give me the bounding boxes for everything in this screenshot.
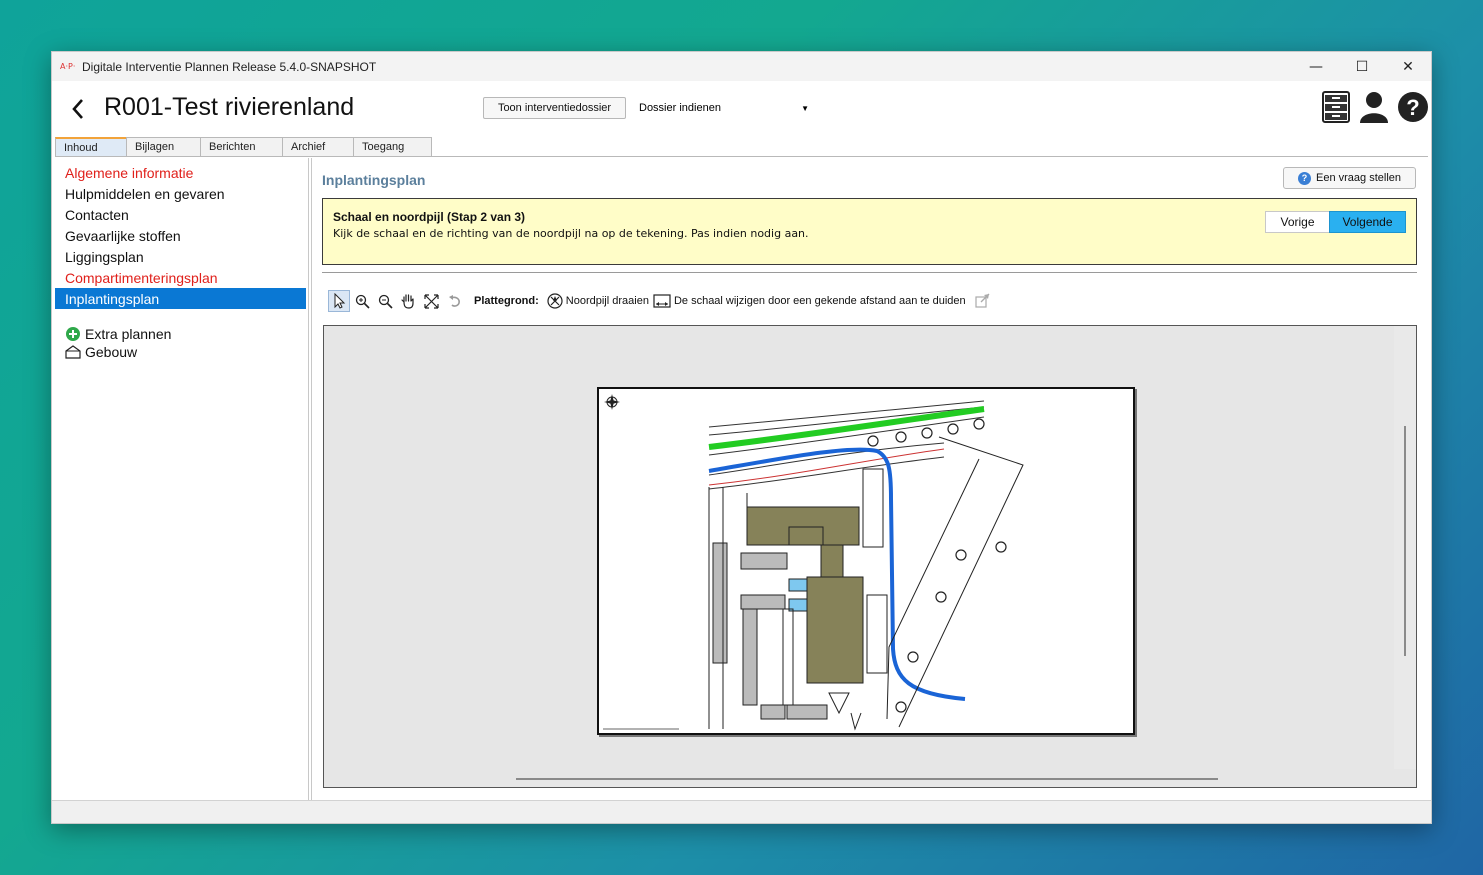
- volgende-button[interactable]: Volgende: [1329, 211, 1406, 233]
- tab-inhoud[interactable]: Inhoud: [55, 137, 127, 156]
- question-icon: ?: [1298, 171, 1311, 185]
- maximize-button[interactable]: ☐: [1339, 52, 1385, 81]
- noordpijl-draaien-button[interactable]: Noordpijl draaien: [547, 293, 649, 309]
- plus-circle-icon: [65, 326, 81, 342]
- header: R001-Test rivierenland Toon interventied…: [52, 81, 1431, 137]
- zoom-in-icon[interactable]: [351, 290, 373, 312]
- cabinet-icon[interactable]: [1320, 90, 1352, 124]
- tab-archief[interactable]: Archief: [282, 137, 354, 156]
- app-window: A·P· Digitale Interventie Plannen Releas…: [51, 51, 1432, 824]
- wizard-panel: Schaal en noordpijl (Stap 2 van 3) Kijk …: [322, 198, 1417, 265]
- dossier-select-value: Dossier indienen: [639, 102, 721, 114]
- zoom-out-icon[interactable]: [374, 290, 396, 312]
- north-arrow-icon: [604, 394, 620, 410]
- dossier-action-select[interactable]: Dossier indienen ▼: [639, 97, 809, 119]
- app-logo-icon: A·P·: [60, 61, 76, 71]
- chevron-down-icon: ▼: [801, 103, 809, 113]
- title-bar: A·P· Digitale Interventie Plannen Releas…: [52, 52, 1431, 81]
- sidebar-item-inplantingsplan[interactable]: Inplantingsplan: [55, 288, 306, 309]
- ruler-scale-icon: [653, 293, 671, 309]
- wizard-title: Schaal en noordpijl (Stap 2 van 3): [333, 210, 526, 224]
- building-icon: [65, 344, 81, 360]
- vraag-label: Een vraag stellen: [1316, 172, 1401, 184]
- divider: [322, 272, 1417, 273]
- measure-tool-icon[interactable]: [974, 293, 990, 309]
- fit-extent-icon[interactable]: [420, 290, 442, 312]
- noordpijl-draaien-label: Noordpijl draaien: [565, 295, 649, 307]
- minimize-button[interactable]: —: [1293, 52, 1339, 81]
- sidebar-item-algemene-informatie[interactable]: Algemene informatie: [55, 162, 308, 183]
- gebouw-label: Gebouw: [85, 344, 138, 360]
- toon-interventiedossier-button[interactable]: Toon interventiedossier: [483, 97, 626, 119]
- een-vraag-stellen-button[interactable]: ? Een vraag stellen: [1283, 167, 1416, 189]
- site-plan-graphic: [603, 394, 1024, 731]
- undo-icon[interactable]: [443, 290, 465, 312]
- tab-bar: Inhoud Bijlagen Berichten Archief Toegan…: [55, 137, 432, 157]
- tab-toegang[interactable]: Toegang: [353, 137, 432, 156]
- compass-rotate-icon: [547, 293, 563, 309]
- window-title: Digitale Interventie Plannen Release 5.4…: [82, 59, 377, 74]
- sidebar-item-compartimenteringsplan[interactable]: Compartimenteringsplan: [55, 267, 308, 288]
- page-title: R001-Test rivierenland: [104, 93, 355, 121]
- plan-toolbar: Plattegrond: Noordpijl draaien De schaal…: [328, 289, 990, 313]
- sidebar-item-liggingsplan[interactable]: Liggingsplan: [55, 246, 308, 267]
- close-button[interactable]: ✕: [1385, 52, 1431, 81]
- user-icon[interactable]: [1358, 90, 1390, 124]
- wizard-text: Kijk de schaal en de richting van de noo…: [333, 227, 809, 240]
- sidebar-item-gebouw[interactable]: Gebouw: [55, 343, 308, 361]
- svg-text:?: ?: [1406, 95, 1419, 120]
- vertical-scrollbar[interactable]: [1404, 426, 1406, 656]
- status-bar: [52, 800, 1431, 823]
- schaal-wijzigen-label: De schaal wijzigen door een gekende afst…: [673, 295, 966, 307]
- plattegrond-label: Plattegrond:: [474, 295, 539, 307]
- sidebar-item-hulpmiddelen[interactable]: Hulpmiddelen en gevaren: [55, 183, 308, 204]
- pan-hand-icon[interactable]: [397, 290, 419, 312]
- plan-canvas[interactable]: [323, 325, 1417, 788]
- sidebar-item-extra-plannen[interactable]: Extra plannen: [55, 325, 308, 343]
- sidebar-item-contacten[interactable]: Contacten: [55, 204, 308, 225]
- section-title: Inplantingsplan: [322, 172, 426, 188]
- help-icon[interactable]: ?: [1397, 90, 1429, 124]
- schaal-wijzigen-button[interactable]: De schaal wijzigen door een gekende afst…: [653, 293, 966, 309]
- sidebar: Algemene informatie Hulpmiddelen en geva…: [55, 158, 309, 800]
- main-content: Inplantingsplan ? Een vraag stellen Scha…: [311, 158, 1428, 800]
- site-plan-drawing: [597, 387, 1135, 735]
- extra-plannen-label: Extra plannen: [85, 326, 172, 342]
- sidebar-item-gevaarlijke-stoffen[interactable]: Gevaarlijke stoffen: [55, 225, 308, 246]
- tab-bijlagen[interactable]: Bijlagen: [126, 137, 201, 156]
- extra-section: Extra plannen Gebouw: [55, 325, 308, 361]
- pointer-tool-icon[interactable]: [328, 290, 350, 312]
- tab-berichten[interactable]: Berichten: [200, 137, 283, 156]
- back-arrow-icon[interactable]: [68, 95, 90, 123]
- horizontal-scrollbar[interactable]: [516, 778, 1218, 780]
- tab-divider: [55, 156, 1428, 157]
- window-controls: — ☐ ✕: [1293, 52, 1431, 81]
- vorige-button[interactable]: Vorige: [1265, 211, 1330, 233]
